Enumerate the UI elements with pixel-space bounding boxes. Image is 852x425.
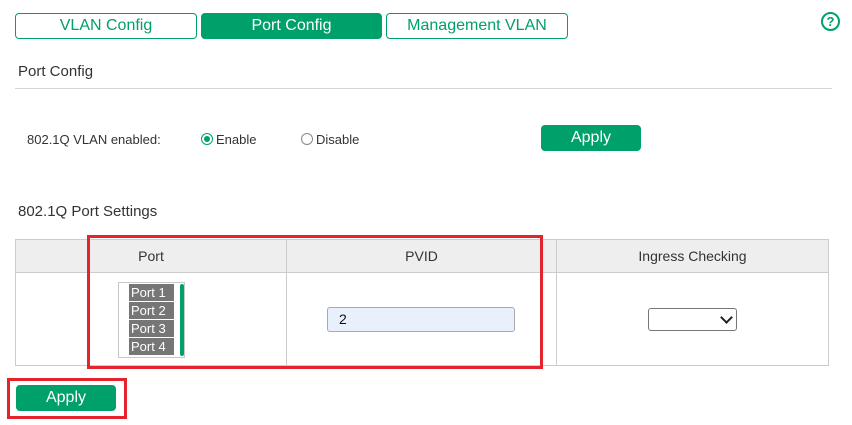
port-config-divider <box>15 88 832 89</box>
port-option[interactable]: Port 1 <box>129 284 174 301</box>
port-option[interactable]: Port 2 <box>129 302 174 319</box>
chevron-down-icon <box>720 311 733 324</box>
enable-radio-label[interactable]: Enable <box>216 132 256 147</box>
pvid-input[interactable]: 2 <box>327 307 515 332</box>
column-header-port: Port <box>15 239 287 273</box>
disable-radio[interactable] <box>301 133 313 145</box>
port-settings-title: 802.1Q Port Settings <box>18 203 158 220</box>
help-icon[interactable]: ? <box>821 12 840 31</box>
disable-radio-label[interactable]: Disable <box>316 132 359 147</box>
port-listbox[interactable]: Port 1 Port 2 Port 3 Port 4 <box>118 282 185 358</box>
port-option[interactable]: Port 4 <box>129 338 174 355</box>
tab-management-vlan[interactable]: Management VLAN <box>386 13 568 39</box>
port-config-title: Port Config <box>18 63 94 80</box>
listbox-scrollbar[interactable] <box>180 284 184 356</box>
tab-vlan-config[interactable]: VLAN Config <box>15 13 197 39</box>
ingress-checking-select[interactable] <box>648 308 737 331</box>
apply-vlan-button[interactable]: Apply <box>541 125 641 151</box>
table-header-row: Port PVID Ingress Checking <box>15 239 829 273</box>
column-header-pvid: PVID <box>286 239 557 273</box>
apply-port-settings-button[interactable]: Apply <box>16 385 116 411</box>
port-option[interactable]: Port 3 <box>129 320 174 337</box>
column-header-ingress-checking: Ingress Checking <box>556 239 829 273</box>
enable-radio[interactable] <box>201 133 213 145</box>
tab-port-config[interactable]: Port Config <box>201 13 382 39</box>
vlan-enabled-label: 802.1Q VLAN enabled: <box>27 132 161 147</box>
